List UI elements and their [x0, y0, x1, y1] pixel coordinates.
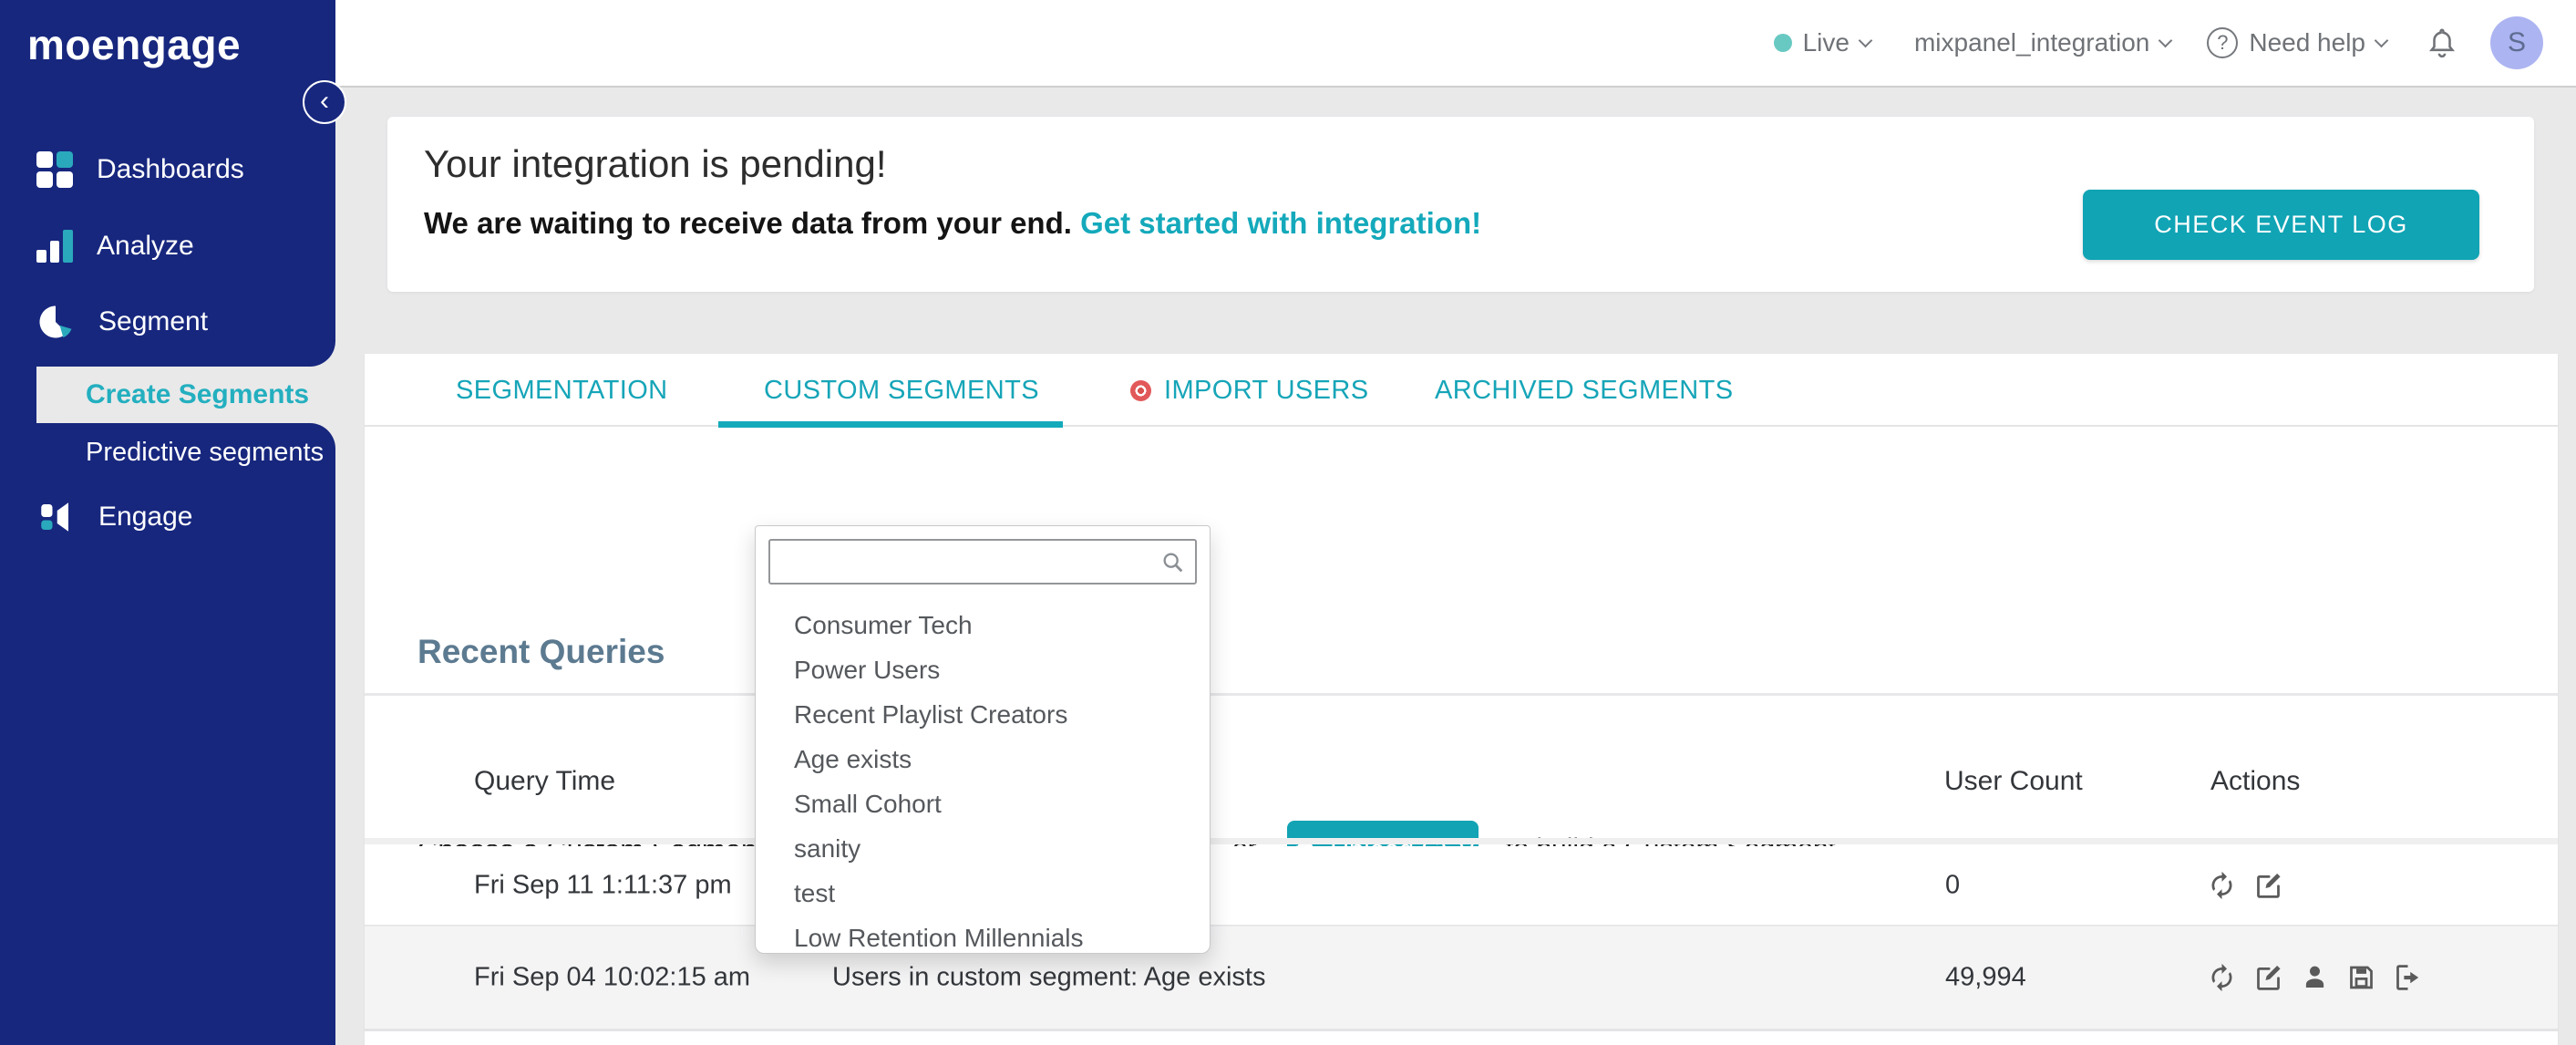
row-divider: [365, 925, 2558, 926]
megaphone-icon: [41, 502, 68, 532]
need-help-label: Need help: [2249, 28, 2365, 57]
integration-pending-banner: Your integration is pending! We are wait…: [387, 117, 2534, 292]
save-icon[interactable]: [2346, 963, 2376, 993]
tab-archived-segments[interactable]: ARCHIVED SEGMENTS: [1435, 354, 1733, 427]
tab-bar: SEGMENTATION CUSTOM SEGMENTS IMPORT USER…: [365, 354, 2558, 428]
sidebar-strip: [0, 367, 36, 423]
export-icon[interactable]: [2393, 963, 2423, 993]
grid-icon: [36, 151, 73, 188]
top-bar: Live mixpanel_integration ? Need help S: [335, 0, 2576, 88]
dropdown-option[interactable]: Consumer Tech: [756, 603, 1210, 647]
moengage-logo: moengage: [27, 21, 242, 68]
dropdown-option-list: Consumer Tech Power Users Recent Playlist …: [756, 603, 1210, 960]
sidebar-item-dashboards[interactable]: Dashboards: [36, 151, 244, 188]
get-started-link[interactable]: Get started with integration!: [1080, 206, 1481, 240]
segments-card: SEGMENTATION CUSTOM SEGMENTS IMPORT USER…: [365, 354, 2558, 1045]
edit-icon[interactable]: [2253, 963, 2283, 993]
section-divider: [365, 693, 2558, 696]
environment-label: Live: [1802, 28, 1850, 57]
dropdown-option[interactable]: Low Retention Millennials: [756, 916, 1210, 960]
question-circle-icon: ?: [2207, 27, 2239, 58]
tab-label: ARCHIVED SEGMENTS: [1435, 375, 1734, 405]
chevron-down-icon: [1858, 33, 1873, 47]
active-tab-underline: [718, 421, 1063, 428]
notifications-bell-icon[interactable]: [2427, 26, 2458, 60]
sidebar-item-label: Analyze: [97, 231, 194, 261]
need-help-menu[interactable]: ? Need help: [2207, 27, 2389, 58]
chevron-down-icon: [2374, 33, 2389, 47]
chevron-down-icon: [2159, 33, 2173, 47]
custom-segment-dropdown: Consumer Tech Power Users Recent Playlist …: [755, 525, 1211, 954]
live-status-dot: [1773, 34, 1792, 52]
query-info-cell: Users in custom segment: Age exists: [832, 962, 1266, 992]
check-event-log-button[interactable]: CHECK EVENT LOG: [2083, 190, 2479, 260]
tab-segmentation[interactable]: SEGMENTATION: [456, 354, 668, 427]
banner-subtitle: We are waiting to receive data from your…: [424, 206, 1481, 241]
pie-chart-icon: [39, 305, 72, 338]
banner-subtitle-text: We are waiting to receive data from your…: [424, 206, 1072, 240]
import-users-dot-icon: [1130, 379, 1151, 401]
row-actions: [2207, 871, 2283, 901]
column-header-actions: Actions: [2210, 766, 2301, 796]
sidebar-item-label: Engage: [98, 502, 193, 532]
sidebar-item-predictive-segments[interactable]: Predictive segments: [86, 438, 324, 468]
dropdown-option[interactable]: Small Cohort: [756, 781, 1210, 826]
segment-search-input[interactable]: [768, 539, 1197, 585]
tab-custom-segments[interactable]: CUSTOM SEGMENTS: [764, 354, 1039, 427]
user-icon[interactable]: [2300, 963, 2330, 993]
sidebar-collapse-button[interactable]: ‹: [303, 80, 346, 124]
table-bottom-divider: [365, 1029, 2558, 1031]
sidebar-item-segment[interactable]: Segment: [36, 303, 208, 341]
table-row: Fri Sep 04 10:02:15 am Users in custom se…: [365, 926, 2558, 1029]
query-time-cell: Fri Sep 04 10:02:15 am: [474, 962, 751, 992]
sidebar-item-create-segments[interactable]: Create Segments: [36, 367, 335, 423]
workspace-selector[interactable]: mixpanel_integration: [1913, 28, 2173, 57]
column-header-user-count: User Count: [1944, 766, 2083, 796]
table-header-divider: [365, 838, 2558, 844]
sidebar-item-analyze[interactable]: Analyze: [36, 230, 194, 263]
column-header-query-time: Query Time: [474, 766, 616, 796]
query-time-cell: Fri Sep 11 1:11:37 pm: [474, 870, 732, 900]
sidebar: moengage ‹ Dashboards Analyze Segment Cr…: [0, 0, 346, 1045]
workspace-label: mixpanel_integration: [1913, 28, 2150, 57]
dropdown-option[interactable]: Recent Playlist Creators: [756, 692, 1210, 737]
table-row: Fri Sep 11 1:11:37 pm 0: [365, 846, 2558, 925]
sidebar-item-label: Segment: [98, 306, 209, 336]
refresh-icon[interactable]: [2207, 963, 2237, 993]
sidebar-item-engage[interactable]: Engage: [36, 498, 192, 536]
environment-selector[interactable]: Live: [1773, 28, 1873, 57]
dropdown-option[interactable]: Power Users: [756, 647, 1210, 692]
sidebar-item-label: Create Segments: [86, 379, 310, 409]
tab-label: SEGMENTATION: [456, 375, 668, 405]
user-avatar[interactable]: S: [2490, 16, 2543, 69]
user-count-cell: 49,994: [1945, 962, 2026, 992]
tab-label: CUSTOM SEGMENTS: [764, 375, 1039, 405]
dropdown-option[interactable]: test: [756, 871, 1210, 916]
tab-label: IMPORT USERS: [1164, 375, 1369, 405]
bar-chart-icon: [36, 230, 74, 263]
row-actions: [2207, 963, 2423, 993]
dropdown-option[interactable]: Age exists: [756, 737, 1210, 781]
recent-queries-title: Recent Queries: [417, 633, 665, 670]
dropdown-option[interactable]: sanity: [756, 826, 1210, 871]
refresh-icon[interactable]: [2207, 871, 2237, 901]
user-count-cell: 0: [1945, 870, 1961, 900]
edit-icon[interactable]: [2253, 871, 2283, 901]
tab-import-users[interactable]: IMPORT USERS: [1130, 354, 1369, 427]
banner-title: Your integration is pending!: [424, 142, 887, 185]
sidebar-item-label: Dashboards: [97, 154, 244, 184]
